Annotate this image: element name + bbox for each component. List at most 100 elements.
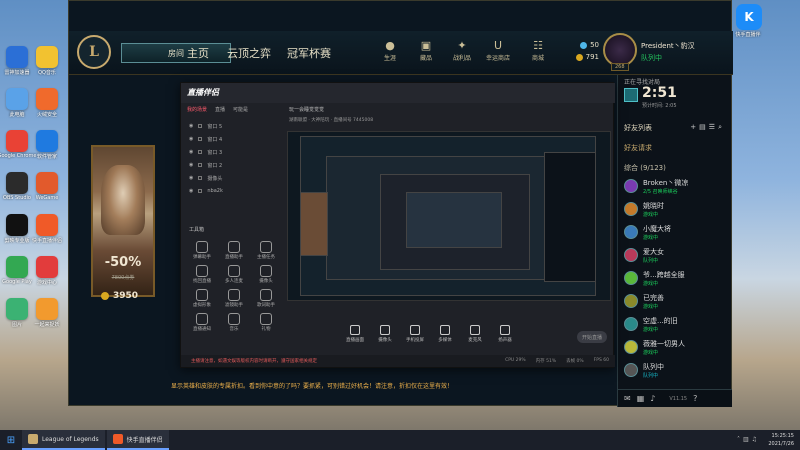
- profile-summary[interactable]: 268 President丶豹汉 队列中: [601, 33, 727, 73]
- friend-group-header[interactable]: 综合 (9/123): [624, 163, 666, 173]
- scene-item[interactable]: ◉ nba2k: [185, 186, 281, 196]
- taskbar-item-lol[interactable]: League of Legends: [22, 430, 105, 450]
- desktop-icon[interactable]: WeGame: [32, 172, 62, 201]
- start-live-button[interactable]: 开始直播: [577, 331, 607, 343]
- nav-lucky-shop[interactable]: U 幸运商店: [483, 39, 513, 62]
- friend-row[interactable]: 爷...跨越全服 游戏中: [624, 269, 728, 289]
- friend-row[interactable]: 薇雅一切男人 游戏中: [624, 338, 728, 358]
- lock-icon[interactable]: [198, 150, 203, 154]
- help-icon[interactable]: ?: [693, 394, 697, 403]
- nav-profile[interactable]: ● 生涯: [375, 39, 405, 62]
- tool-item[interactable]: 弹幕助手: [187, 241, 217, 260]
- champion-sale-card[interactable]: -50% 7800点券: [91, 145, 155, 297]
- eye-icon[interactable]: ◉: [189, 162, 193, 168]
- tool-item[interactable]: 音乐: [219, 313, 249, 332]
- voice-icon[interactable]: ♪: [650, 394, 655, 403]
- scene-item[interactable]: ◉ 窗口 4: [185, 134, 281, 144]
- desktop-icon[interactable]: 游戏中心: [32, 256, 62, 286]
- stream-control[interactable]: 手机投屏: [401, 325, 429, 343]
- lock-icon[interactable]: [198, 124, 203, 128]
- system-tray[interactable]: ˄▥♫: [737, 436, 760, 443]
- mission-icon[interactable]: ▦: [637, 394, 645, 403]
- nav-store[interactable]: ☷ 商城: [523, 39, 553, 62]
- friend-row[interactable]: 已完善 游戏中: [624, 292, 728, 312]
- friends-toolbar[interactable]: +▤☰⌕: [690, 123, 725, 132]
- network-icon[interactable]: ▥: [743, 436, 752, 443]
- desktop-icon[interactable]: OBS Studio: [2, 172, 32, 201]
- desktop-icon[interactable]: 火绒安全: [32, 88, 62, 118]
- scene-item[interactable]: ◉ 窗口 3: [185, 147, 281, 157]
- lock-icon[interactable]: [198, 163, 203, 167]
- eye-icon[interactable]: ◉: [189, 188, 193, 194]
- avatar[interactable]: [603, 33, 637, 67]
- tool-item[interactable]: 滤镜助手: [219, 289, 249, 308]
- desktop-icon[interactable]: 一起来捉妖: [32, 298, 62, 328]
- eye-icon[interactable]: ◉: [189, 175, 193, 181]
- desktop-icon[interactable]: 快手直播伴侣: [32, 214, 62, 244]
- scene-label: 窗口 2: [207, 162, 223, 169]
- tool-item[interactable]: 找回直播: [187, 265, 217, 284]
- friend-row[interactable]: 姚晓时 游戏中: [624, 200, 728, 220]
- nav-loot[interactable]: ✦ 战利品: [447, 39, 477, 62]
- tool-item[interactable]: 直播助手: [219, 241, 249, 260]
- stream-control[interactable]: 多媒体: [431, 325, 459, 343]
- taskbar-item-streamer[interactable]: 快手直播伴侣: [106, 430, 169, 450]
- play-button[interactable]: 房间: [121, 43, 231, 63]
- tool-item[interactable]: 多人连麦: [219, 265, 249, 284]
- friend-row[interactable]: 空虚...的旧 游戏中: [624, 315, 728, 335]
- clock[interactable]: 15:25:15 2021/7/26: [768, 432, 794, 448]
- tab-live[interactable]: 直播: [215, 106, 225, 113]
- scene-item[interactable]: ◉ 摄像头: [185, 173, 281, 183]
- friend-row[interactable]: 队列中 队列中: [624, 361, 728, 381]
- tool-item[interactable]: 歌词助手: [251, 289, 281, 308]
- scene-item[interactable]: ◉ 窗口 5: [185, 121, 281, 131]
- nav-tft[interactable]: 云顶之弈: [227, 45, 271, 61]
- chat-icon[interactable]: ✉: [624, 394, 631, 403]
- lock-icon[interactable]: [198, 176, 203, 180]
- tool-item[interactable]: 摄像头: [251, 265, 281, 284]
- desktop-icon[interactable]: 图片: [2, 298, 32, 328]
- stream-control[interactable]: 直播画面: [341, 325, 369, 343]
- desktop-icon[interactable]: Google Chrome: [0, 130, 36, 159]
- stream-control[interactable]: 扬声器: [491, 325, 519, 343]
- friend-requests[interactable]: 好友请求: [624, 143, 652, 153]
- streamer-tabs[interactable]: 我的场景 直播 可能是: [187, 106, 248, 113]
- desktop-icon[interactable]: 软件管家: [32, 130, 62, 160]
- eye-icon[interactable]: ◉: [189, 123, 193, 129]
- tool-label: 找回直播: [193, 279, 211, 284]
- stream-control[interactable]: 摄像头: [371, 325, 399, 343]
- search-icon[interactable]: ⌕: [718, 123, 725, 131]
- desktop-icon[interactable]: Google Play: [2, 256, 32, 285]
- nav-collection[interactable]: ▣ 藏品: [411, 39, 441, 62]
- nav-clash[interactable]: 冠军杯赛: [287, 45, 331, 61]
- eye-icon[interactable]: ◉: [189, 149, 193, 155]
- desktop-icon[interactable]: 剪映专业版: [2, 214, 32, 244]
- tool-item[interactable]: 直播通知: [187, 313, 217, 332]
- desktop-icon[interactable]: 此电脑: [2, 88, 32, 118]
- windows-start-icon[interactable]: ⊞: [0, 430, 22, 450]
- folder-icon[interactable]: ▤: [699, 123, 709, 131]
- tool-item[interactable]: 礼物: [251, 313, 281, 332]
- friends-header: 好友列表: [624, 124, 652, 132]
- lock-icon[interactable]: [198, 137, 203, 141]
- eye-icon[interactable]: ◉: [189, 136, 193, 142]
- kuaishou-desktop-icon[interactable]: K: [736, 4, 762, 30]
- scene-item[interactable]: ◉ 窗口 2: [185, 160, 281, 170]
- list-icon[interactable]: ☰: [709, 123, 718, 131]
- friend-row[interactable]: 小魔大将 游戏中: [624, 223, 728, 243]
- stream-preview: [287, 131, 611, 301]
- lock-icon[interactable]: [198, 189, 203, 193]
- tool-item[interactable]: 主播任务: [251, 241, 281, 260]
- tab-other[interactable]: 可能是: [233, 106, 248, 113]
- friend-row[interactable]: 爱大女 队列中: [624, 246, 728, 266]
- desktop-icon[interactable]: QQ音乐: [32, 46, 62, 76]
- tab-scenes[interactable]: 我的场景: [187, 106, 207, 113]
- volume-icon[interactable]: ♫: [752, 436, 760, 443]
- nav-home[interactable]: 主页: [187, 45, 209, 61]
- desktop-icon[interactable]: 雷神加速器: [2, 46, 32, 76]
- tool-item[interactable]: 虚拟形象: [187, 289, 217, 308]
- lol-logo[interactable]: L: [77, 35, 111, 69]
- add-friend-icon[interactable]: +: [690, 123, 699, 131]
- stream-control[interactable]: 麦克风: [461, 325, 489, 343]
- friend-row[interactable]: Broken丶微凉 2/5 召唤师峡谷: [624, 177, 728, 197]
